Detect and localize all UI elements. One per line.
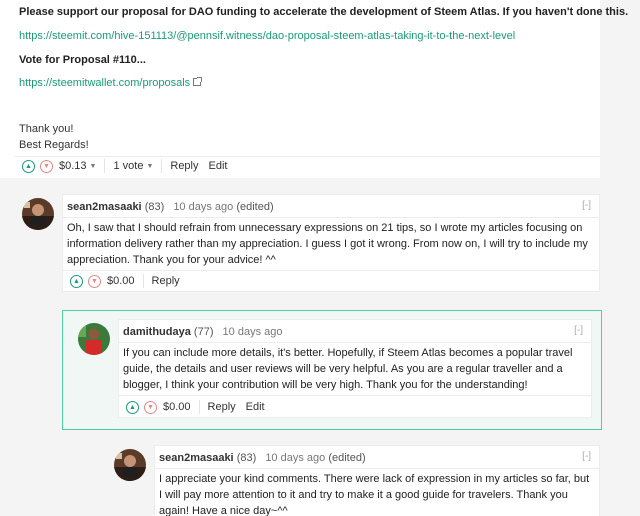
avatar[interactable] <box>114 449 146 481</box>
separator <box>198 400 200 414</box>
edit-button[interactable]: Edit <box>246 401 265 413</box>
comment-divider <box>119 342 591 343</box>
external-link-icon <box>193 77 203 86</box>
edited-label: (edited) <box>328 452 366 464</box>
comment-author[interactable]: damithudaya <box>123 326 191 338</box>
comment-divider <box>63 217 599 218</box>
comment-body: If you can include more details, it's be… <box>123 347 573 391</box>
reply-button[interactable]: Reply <box>208 401 236 413</box>
chevron-up-icon[interactable]: ▲ <box>70 274 83 288</box>
collapse-button[interactable]: [-] <box>582 451 591 462</box>
comment-actions: ▲ ▼ $0.00 Reply Edit <box>126 398 275 416</box>
comment-divider <box>63 270 599 271</box>
comment-actions: ▲ ▼ $0.00 Reply <box>70 272 190 290</box>
chevron-up-icon[interactable]: ▲ <box>22 159 35 173</box>
edited-label: (edited) <box>236 201 274 213</box>
author-reputation: (77) <box>193 326 214 338</box>
comment-body: I appreciate your kind comments. There w… <box>159 473 590 516</box>
chevron-down-icon[interactable]: ▼ <box>144 400 157 414</box>
avatar-image <box>114 449 146 481</box>
author-reputation: (83) <box>236 452 257 464</box>
comment-author[interactable]: sean2masaaki <box>159 452 234 464</box>
comment-card: sean2masaaki (83) 10 days ago (edited) [… <box>62 194 600 292</box>
caret-down-icon[interactable]: ▼ <box>146 163 153 170</box>
post-actions: ▲ ▼ $0.13 ▼ 1 vote ▼ Reply Edit <box>22 157 237 175</box>
comment-card: sean2masaaki (83) 10 days ago (edited) [… <box>154 445 600 516</box>
comment-payout[interactable]: $0.00 <box>107 275 135 287</box>
post-thanks: Thank you! <box>19 123 74 135</box>
author-reputation: (83) <box>144 201 165 213</box>
post-votes[interactable]: 1 vote <box>113 160 143 172</box>
chevron-down-icon[interactable]: ▼ <box>40 159 53 173</box>
chevron-down-icon[interactable]: ▼ <box>88 274 101 288</box>
caret-down-icon[interactable]: ▼ <box>90 163 97 170</box>
comment-time[interactable]: 10 days ago <box>265 452 325 464</box>
separator <box>142 274 144 288</box>
comment-card: damithudaya (77) 10 days ago [-] If you … <box>118 319 592 418</box>
post-link-wallet[interactable]: https://steemitwallet.com/proposals <box>19 77 190 89</box>
avatar[interactable] <box>78 323 110 355</box>
avatar-image <box>22 198 54 230</box>
post-payout[interactable]: $0.13 <box>59 160 87 172</box>
comment-divider <box>119 395 591 396</box>
post-regards: Best Regards! <box>19 139 89 151</box>
comment-author[interactable]: sean2masaaki <box>67 201 142 213</box>
post-link-proposal[interactable]: https://steemit.com/hive-151113/@pennsif… <box>19 28 515 44</box>
chevron-up-icon[interactable]: ▲ <box>126 400 139 414</box>
collapse-button[interactable]: [-] <box>582 200 591 211</box>
comment-header: damithudaya (77) 10 days ago <box>123 325 282 339</box>
comment-header: sean2masaaki (83) 10 days ago (edited) <box>67 200 274 214</box>
comment-time[interactable]: 10 days ago <box>223 326 283 338</box>
avatar[interactable] <box>22 198 54 230</box>
post-card: Please support our proposal for DAO fund… <box>0 0 628 178</box>
post-link-wallet-wrap[interactable]: https://steemitwallet.com/proposals <box>19 75 203 91</box>
separator <box>104 159 106 173</box>
reply-button[interactable]: Reply <box>152 275 180 287</box>
comment-divider <box>155 468 599 469</box>
comment-header: sean2masaaki (83) 10 days ago (edited) <box>159 451 366 465</box>
separator <box>161 159 163 173</box>
post-line-vote: Vote for Proposal #110... <box>19 54 146 66</box>
comment-time[interactable]: 10 days ago <box>173 201 233 213</box>
avatar-image <box>78 323 110 355</box>
collapse-button[interactable]: [-] <box>574 325 583 336</box>
comment-payout[interactable]: $0.00 <box>163 401 191 413</box>
post-edit-button[interactable]: Edit <box>209 160 228 172</box>
post-reply-button[interactable]: Reply <box>170 160 198 172</box>
post-line-support: Please support our proposal for DAO fund… <box>19 6 629 18</box>
comment-body: Oh, I saw that I should refrain from unn… <box>67 222 588 266</box>
